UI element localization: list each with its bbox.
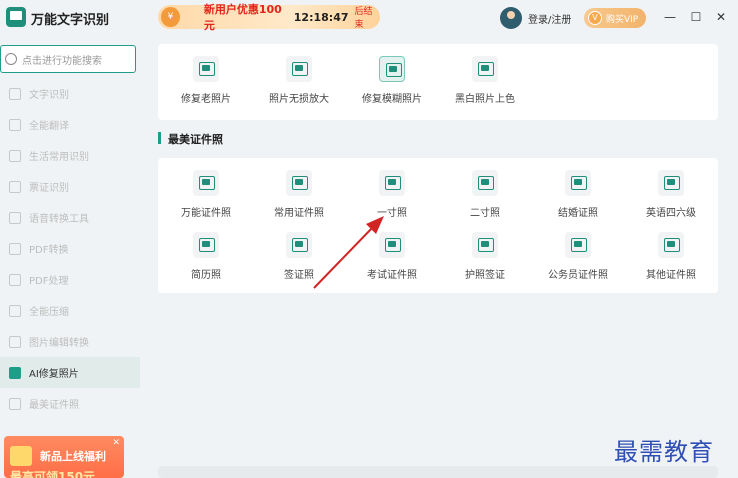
annotation-arrow bbox=[313, 216, 384, 289]
watermark-text: 最需教育 bbox=[614, 438, 714, 466]
